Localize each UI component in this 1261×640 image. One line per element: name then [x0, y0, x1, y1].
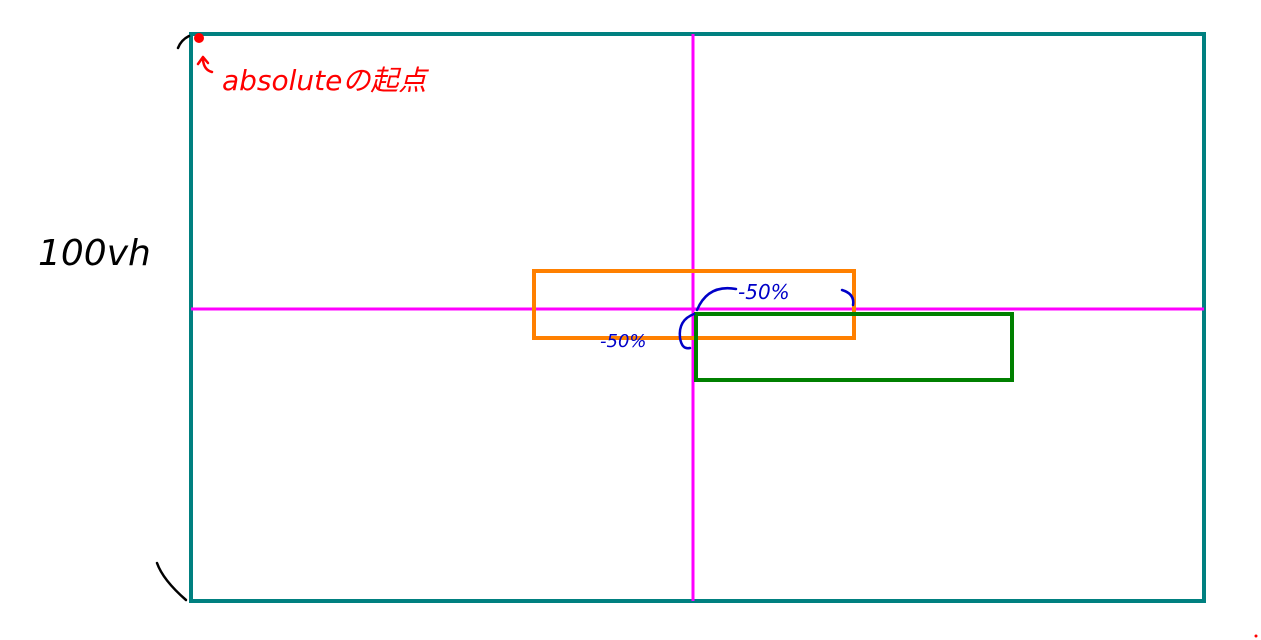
origin-note: absoluteの起点 [222, 64, 429, 97]
height-note: 100vh [38, 233, 151, 274]
height-bottom-tick-icon [155, 561, 188, 602]
origin-dot [194, 33, 204, 43]
origin-arrow-icon [196, 55, 214, 74]
height-top-tick-icon [176, 34, 191, 50]
offset-x-note: -50% [738, 280, 790, 304]
offset-y-note: -50% [600, 331, 647, 352]
diagram-canvas: absoluteの起点 100vh -50% -50% [38, 32, 1258, 638]
stray-dot [1254, 634, 1258, 638]
